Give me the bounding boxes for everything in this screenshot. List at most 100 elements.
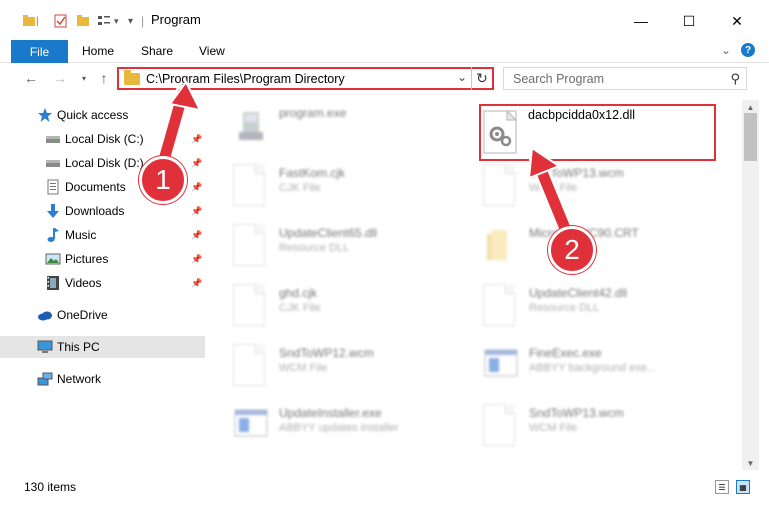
scroll-down-icon[interactable]: ▼ <box>742 456 759 470</box>
file-type: ABBYY background exe... <box>529 362 656 374</box>
sidebar-item-label: Local Disk (D:) <box>65 156 144 170</box>
file-icon <box>233 344 269 388</box>
file-icon <box>483 164 519 208</box>
sidebar-item-label: Local Disk (C:) <box>65 132 144 146</box>
chevron-down-icon[interactable]: ▾ <box>114 10 119 32</box>
sidebar-item-label: OneDrive <box>57 308 108 322</box>
pin-icon[interactable]: 📌 <box>191 278 202 289</box>
step-callout-1: 1 <box>139 156 187 204</box>
view-options-icon[interactable] <box>97 10 111 32</box>
folder-icon[interactable] <box>22 10 36 32</box>
pictures-icon <box>45 253 61 265</box>
file-type: ABBYY updates installer <box>279 422 399 434</box>
pin-icon[interactable]: 📌 <box>191 158 202 169</box>
folder-icon <box>487 230 507 260</box>
sidebar-item-local-disk-c[interactable]: Local Disk (C:) 📌 <box>0 128 205 150</box>
new-folder-icon[interactable] <box>76 10 90 32</box>
sidebar-item-videos[interactable]: Videos 📌 <box>0 272 205 294</box>
pin-icon[interactable]: 📌 <box>191 206 202 217</box>
list-item[interactable]: SndToWP12.wcm WCM File <box>215 340 475 392</box>
tab-share[interactable]: Share <box>141 44 173 58</box>
address-path[interactable]: C:\Program Files\Program Directory <box>146 72 345 86</box>
sidebar-item-label: Downloads <box>65 204 125 218</box>
expand-ribbon-icon[interactable]: ⌄ <box>721 43 731 57</box>
file-type: Resource DLL <box>529 302 600 314</box>
up-arrow-icon[interactable]: ↑ <box>95 68 113 88</box>
navigation-pane: Quick access Local Disk (C:) 📌 Local Dis… <box>0 100 205 470</box>
chevron-down-icon[interactable]: ⌄ <box>457 70 467 84</box>
sidebar-item-quick-access[interactable]: Quick access <box>0 104 205 126</box>
search-input[interactable]: Search Program ⚲ <box>503 67 747 90</box>
file-name: SndToWP12.wcm <box>279 346 374 360</box>
tab-home[interactable]: Home <box>82 44 114 58</box>
list-item[interactable]: SndToWP13.wcm WCM File <box>465 400 725 452</box>
folder-icon <box>124 70 140 85</box>
sidebar-item-downloads[interactable]: Downloads 📌 <box>0 200 205 222</box>
help-icon[interactable]: ? <box>741 43 755 57</box>
recent-locations-icon[interactable]: ▾ <box>75 68 93 88</box>
item-count: 130 items <box>24 480 77 494</box>
file-name: UpdateClient65.dll <box>279 226 378 240</box>
back-arrow-icon[interactable]: ← <box>22 68 40 88</box>
sidebar-item-network[interactable]: Network <box>0 368 205 390</box>
drive-icon <box>46 160 60 167</box>
file-type: CJK File <box>279 182 321 194</box>
customize-toolbar-icon[interactable]: ▾ <box>128 10 133 32</box>
exe-file-icon <box>484 349 518 377</box>
file-name: SndToWP13.wcm <box>529 406 624 420</box>
list-item[interactable]: UpdateClient65.dll Resource DLL <box>215 220 475 272</box>
search-placeholder: Search Program <box>513 72 605 86</box>
sidebar-item-label: Pictures <box>65 252 109 266</box>
properties-icon[interactable] <box>54 10 68 32</box>
target-dll-file[interactable]: dacbpcidda0x12.dll <box>479 104 716 161</box>
computer-icon <box>37 340 53 353</box>
file-type: WCM File <box>529 422 578 434</box>
close-button[interactable]: ✕ <box>714 6 760 36</box>
exe-file-icon <box>239 112 263 140</box>
cloud-icon <box>38 311 52 321</box>
maximize-button[interactable]: ☐ <box>666 6 712 36</box>
tab-file[interactable]: File <box>11 40 68 63</box>
file-type: Resource DLL <box>279 242 350 254</box>
separator: | <box>36 15 39 27</box>
file-name: FineExec.exe <box>529 346 602 360</box>
list-item[interactable]: SndToWP13.wcm WCM File <box>465 160 725 212</box>
scroll-up-icon[interactable]: ▲ <box>742 100 759 114</box>
file-name: program.exe <box>279 106 347 120</box>
list-item[interactable]: program.exe <box>215 100 475 152</box>
pin-icon[interactable]: 📌 <box>191 182 202 193</box>
music-icon <box>47 228 59 242</box>
pin-icon[interactable]: 📌 <box>191 254 202 265</box>
documents-icon <box>47 179 59 195</box>
file-icon <box>483 404 519 448</box>
sidebar-item-label: This PC <box>57 340 100 354</box>
pin-icon[interactable]: 📌 <box>191 230 202 241</box>
tab-view[interactable]: View <box>199 44 225 58</box>
sidebar-item-onedrive[interactable]: OneDrive <box>0 304 205 326</box>
sidebar-item-music[interactable]: Music 📌 <box>0 224 205 246</box>
download-icon <box>47 204 59 218</box>
large-icons-view-icon[interactable]: ▦ <box>736 480 750 494</box>
sidebar-item-this-pc[interactable]: This PC <box>0 336 205 358</box>
list-item[interactable]: UpdateInstaller.exe ABBYY updates instal… <box>215 400 475 452</box>
ribbon: File Home Share View ⌄ <box>0 40 769 63</box>
vertical-scrollbar[interactable]: ▲ ▼ <box>742 100 759 470</box>
network-icon <box>37 372 53 386</box>
minimize-button[interactable]: — <box>618 6 664 36</box>
pin-icon[interactable]: 📌 <box>191 134 202 145</box>
refresh-icon[interactable]: ↻ <box>471 67 492 90</box>
search-icon[interactable]: ⚲ <box>730 71 740 87</box>
file-name: UpdateInstaller.exe <box>279 406 382 420</box>
file-icon <box>233 164 269 208</box>
details-view-icon[interactable]: ☰ <box>715 480 729 494</box>
forward-arrow-icon[interactable]: → <box>51 68 69 88</box>
sidebar-item-label: Network <box>57 372 102 386</box>
list-item[interactable]: FastKom.cjk CJK File <box>215 160 475 212</box>
scroll-thumb[interactable] <box>744 113 757 161</box>
address-bar[interactable]: C:\Program Files\Program Directory ⌄ ↻ <box>117 67 494 90</box>
list-item[interactable]: ghd.cjk CJK File <box>215 280 475 332</box>
list-item[interactable]: UpdateClient42.dll Resource DLL <box>465 280 725 332</box>
list-item[interactable]: FineExec.exe ABBYY background exe... <box>465 340 725 392</box>
sidebar-item-pictures[interactable]: Pictures 📌 <box>0 248 205 270</box>
sidebar-item-label: Music <box>65 228 97 242</box>
